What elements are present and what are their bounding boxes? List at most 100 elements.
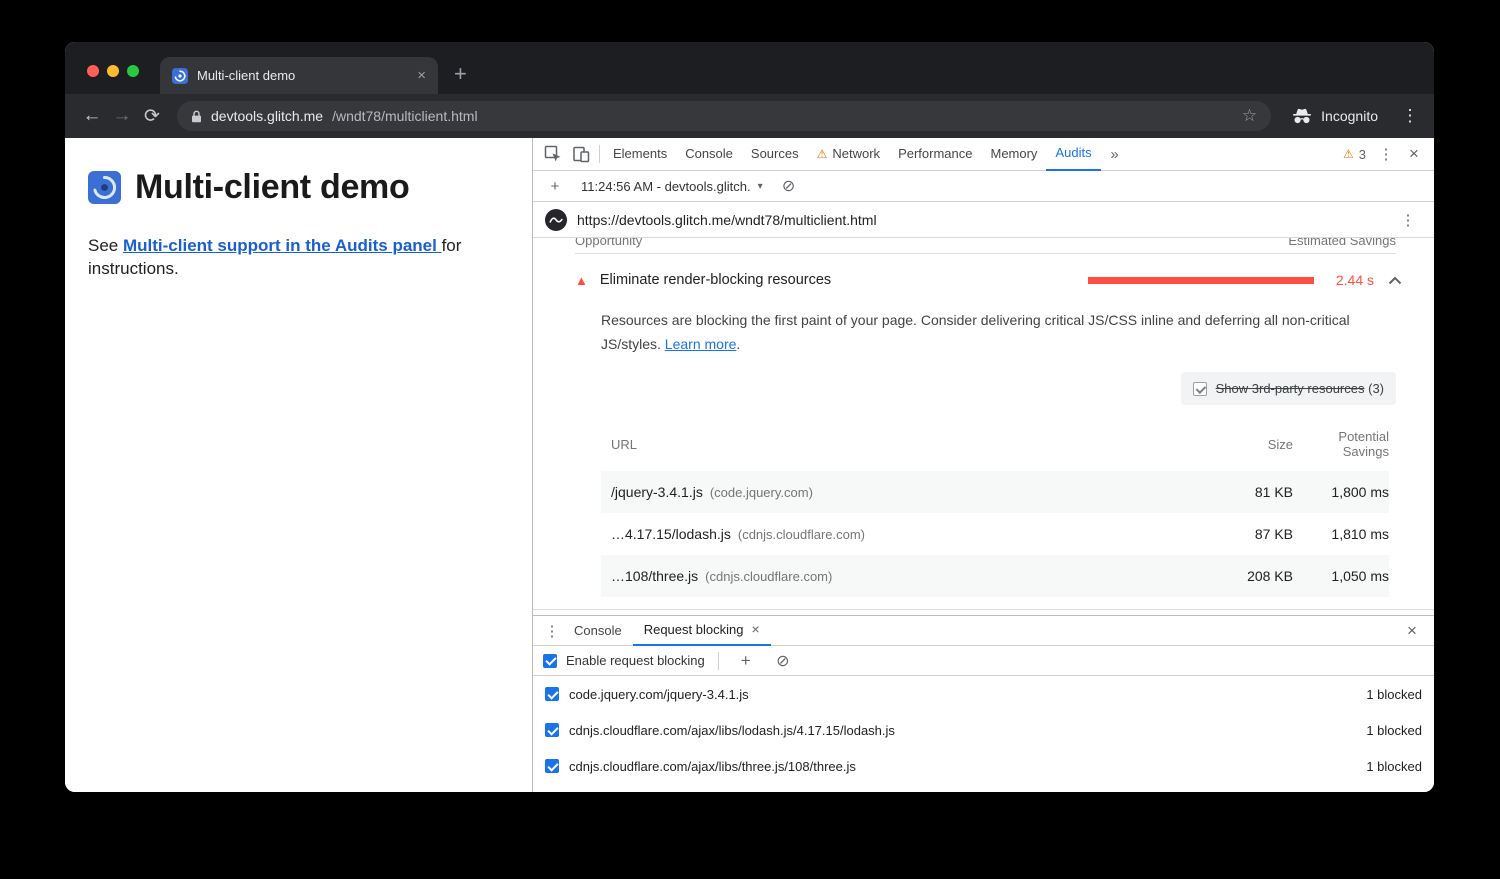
warning-icon: ⚠ bbox=[1343, 147, 1354, 161]
clear-audit-icon[interactable]: ⊘ bbox=[775, 173, 803, 199]
resource-savings: 1,800 ms bbox=[1293, 484, 1389, 500]
new-audit-icon[interactable]: + bbox=[541, 173, 569, 199]
url-host: devtools.glitch.me bbox=[211, 108, 323, 124]
report-favicon bbox=[545, 209, 567, 231]
resource-url: /jquery-3.4.1.js bbox=[611, 484, 703, 500]
tab-network-label: Network bbox=[832, 138, 880, 170]
audits-session-bar: + 11:24:56 AM - devtools.glitch. ▾ ⊘ bbox=[533, 171, 1434, 202]
devtools-drawer: ⋮ Console Request blocking × × Enable re… bbox=[533, 615, 1434, 792]
blocked-pattern-row[interactable]: cdnjs.cloudflare.com/ajax/libs/three.js/… bbox=[533, 748, 1434, 784]
blocked-count: 1 blocked bbox=[1366, 687, 1422, 702]
tab-favicon bbox=[172, 68, 188, 84]
pattern-text: cdnjs.cloudflare.com/ajax/libs/lodash.js… bbox=[569, 723, 895, 738]
device-toolbar-icon[interactable] bbox=[567, 141, 595, 167]
console-warning-badge[interactable]: ⚠ 3 bbox=[1337, 147, 1372, 162]
zoom-window-button[interactable] bbox=[127, 65, 139, 77]
request-blocking-toolbar: Enable request blocking + ⊘ bbox=[533, 646, 1434, 676]
third-party-checkbox[interactable] bbox=[1193, 382, 1207, 396]
browser-menu-icon[interactable]: ⋮ bbox=[1398, 106, 1422, 126]
session-label: 11:24:56 AM - devtools.glitch. bbox=[581, 179, 751, 194]
incognito-badge: Incognito bbox=[1291, 108, 1378, 124]
url-path: /wndt78/multiclient.html bbox=[332, 108, 478, 124]
audits-panel-link[interactable]: Multi-client support in the Audits panel bbox=[123, 236, 442, 255]
incognito-label: Incognito bbox=[1321, 108, 1378, 124]
traffic-lights bbox=[87, 65, 139, 77]
drawer-menu-icon[interactable]: ⋮ bbox=[541, 622, 563, 640]
blocked-count: 1 blocked bbox=[1366, 759, 1422, 774]
drawer-tab-close-icon[interactable]: × bbox=[751, 616, 759, 643]
lighthouse-report[interactable]: Opportunity Estimated Savings ▲ Eliminat… bbox=[533, 238, 1434, 615]
warning-count: 3 bbox=[1359, 147, 1366, 162]
reload-icon[interactable]: ⟳ bbox=[137, 101, 167, 131]
tab-title: Multi-client demo bbox=[197, 68, 408, 83]
table-row: /jquery-3.4.1.js(code.jquery.com) 81 KB … bbox=[601, 471, 1389, 513]
audit-session-select[interactable]: 11:24:56 AM - devtools.glitch. ▾ bbox=[575, 179, 769, 194]
enable-request-blocking-checkbox[interactable] bbox=[543, 654, 557, 668]
omnibox[interactable]: devtools.glitch.me/wndt78/multiclient.ht… bbox=[177, 101, 1271, 131]
resource-size: 208 KB bbox=[1201, 568, 1293, 584]
fail-triangle-icon: ▲ bbox=[575, 274, 588, 287]
devtools-panel: Elements Console Sources ⚠ Network Perfo… bbox=[533, 138, 1434, 792]
paragraph-prefix: See bbox=[88, 236, 123, 255]
chevron-down-icon: ▾ bbox=[758, 181, 763, 192]
drawer-tab-bar: ⋮ Console Request blocking × × bbox=[533, 616, 1434, 646]
new-tab-button[interactable]: + bbox=[454, 63, 467, 85]
minimize-window-button[interactable] bbox=[107, 65, 119, 77]
inspect-icon[interactable] bbox=[539, 141, 567, 167]
titlebar: Multi-client demo × + bbox=[65, 42, 1434, 94]
forward-icon[interactable]: → bbox=[107, 101, 137, 131]
tab-memory[interactable]: Memory bbox=[981, 138, 1046, 171]
pattern-text: cdnjs.cloudflare.com/ajax/libs/three.js/… bbox=[569, 759, 856, 774]
tab-sources[interactable]: Sources bbox=[742, 138, 808, 171]
resource-host: (cdnjs.cloudflare.com) bbox=[738, 527, 865, 542]
more-tabs-icon[interactable]: » bbox=[1101, 141, 1129, 167]
estimated-savings-header: Estimated Savings bbox=[1288, 238, 1396, 248]
tab-console-label: Console bbox=[685, 138, 733, 170]
browser-tab[interactable]: Multi-client demo × bbox=[160, 57, 438, 94]
column-header-url: URL bbox=[611, 437, 1201, 452]
network-warning-icon: ⚠ bbox=[817, 138, 828, 170]
devtools-menu-icon[interactable]: ⋮ bbox=[1372, 141, 1400, 167]
pattern-checkbox[interactable] bbox=[545, 723, 559, 737]
third-party-label: Show 3rd-party resources bbox=[1216, 381, 1365, 396]
incognito-icon bbox=[1291, 108, 1313, 124]
resource-url: …108/three.js bbox=[611, 568, 698, 584]
close-window-button[interactable] bbox=[87, 65, 99, 77]
pattern-checkbox[interactable] bbox=[545, 759, 559, 773]
drawer-close-icon[interactable]: × bbox=[1398, 621, 1426, 641]
opportunity-table: URL Size Potential Savings /jquery-3.4.1… bbox=[601, 419, 1389, 597]
tab-performance-label: Performance bbox=[898, 138, 972, 170]
enable-request-blocking-label: Enable request blocking bbox=[566, 653, 705, 668]
tab-sources-label: Sources bbox=[751, 138, 799, 170]
savings-bar bbox=[1088, 277, 1314, 284]
back-icon[interactable]: ← bbox=[77, 101, 107, 131]
tab-performance[interactable]: Performance bbox=[889, 138, 981, 171]
tab-console[interactable]: Console bbox=[676, 138, 742, 171]
page-logo-icon bbox=[88, 171, 121, 204]
blocked-pattern-row[interactable]: cdnjs.cloudflare.com/ajax/libs/lodash.js… bbox=[533, 712, 1434, 748]
bookmark-star-icon[interactable]: ☆ bbox=[1242, 106, 1257, 126]
blocked-patterns-list: code.jquery.com/jquery-3.4.1.js 1 blocke… bbox=[533, 676, 1434, 784]
tab-close-icon[interactable]: × bbox=[417, 68, 426, 83]
report-url-row: https://devtools.glitch.me/wndt78/multic… bbox=[533, 202, 1434, 238]
tab-network[interactable]: ⚠ Network bbox=[808, 138, 889, 171]
devtools-close-icon[interactable]: × bbox=[1400, 141, 1428, 167]
drawer-tab-console[interactable]: Console bbox=[563, 616, 633, 646]
add-pattern-icon[interactable]: + bbox=[732, 648, 760, 674]
collapse-chevron-icon[interactable] bbox=[1388, 276, 1402, 285]
tab-audits[interactable]: Audits bbox=[1046, 138, 1100, 171]
audit-title: Eliminate render-blocking resources bbox=[600, 272, 831, 288]
rendered-page: Multi-client demo See Multi-client suppo… bbox=[65, 138, 533, 792]
learn-more-link[interactable]: Learn more bbox=[665, 336, 737, 352]
drawer-tab-request-blocking[interactable]: Request blocking × bbox=[633, 616, 771, 646]
remove-all-patterns-icon[interactable]: ⊘ bbox=[769, 648, 797, 674]
report-menu-icon[interactable]: ⋮ bbox=[1394, 207, 1422, 233]
third-party-toggle[interactable]: Show 3rd-party resources (3) bbox=[1181, 372, 1396, 405]
tab-elements[interactable]: Elements bbox=[604, 138, 676, 171]
blocked-pattern-row[interactable]: code.jquery.com/jquery-3.4.1.js 1 blocke… bbox=[533, 676, 1434, 712]
blocked-count: 1 blocked bbox=[1366, 723, 1422, 738]
resource-savings: 1,050 ms bbox=[1293, 568, 1389, 584]
pattern-checkbox[interactable] bbox=[545, 687, 559, 701]
column-header-savings: Potential Savings bbox=[1293, 429, 1389, 459]
audit-row[interactable]: ▲ Eliminate render-blocking resources 2.… bbox=[575, 254, 1434, 306]
